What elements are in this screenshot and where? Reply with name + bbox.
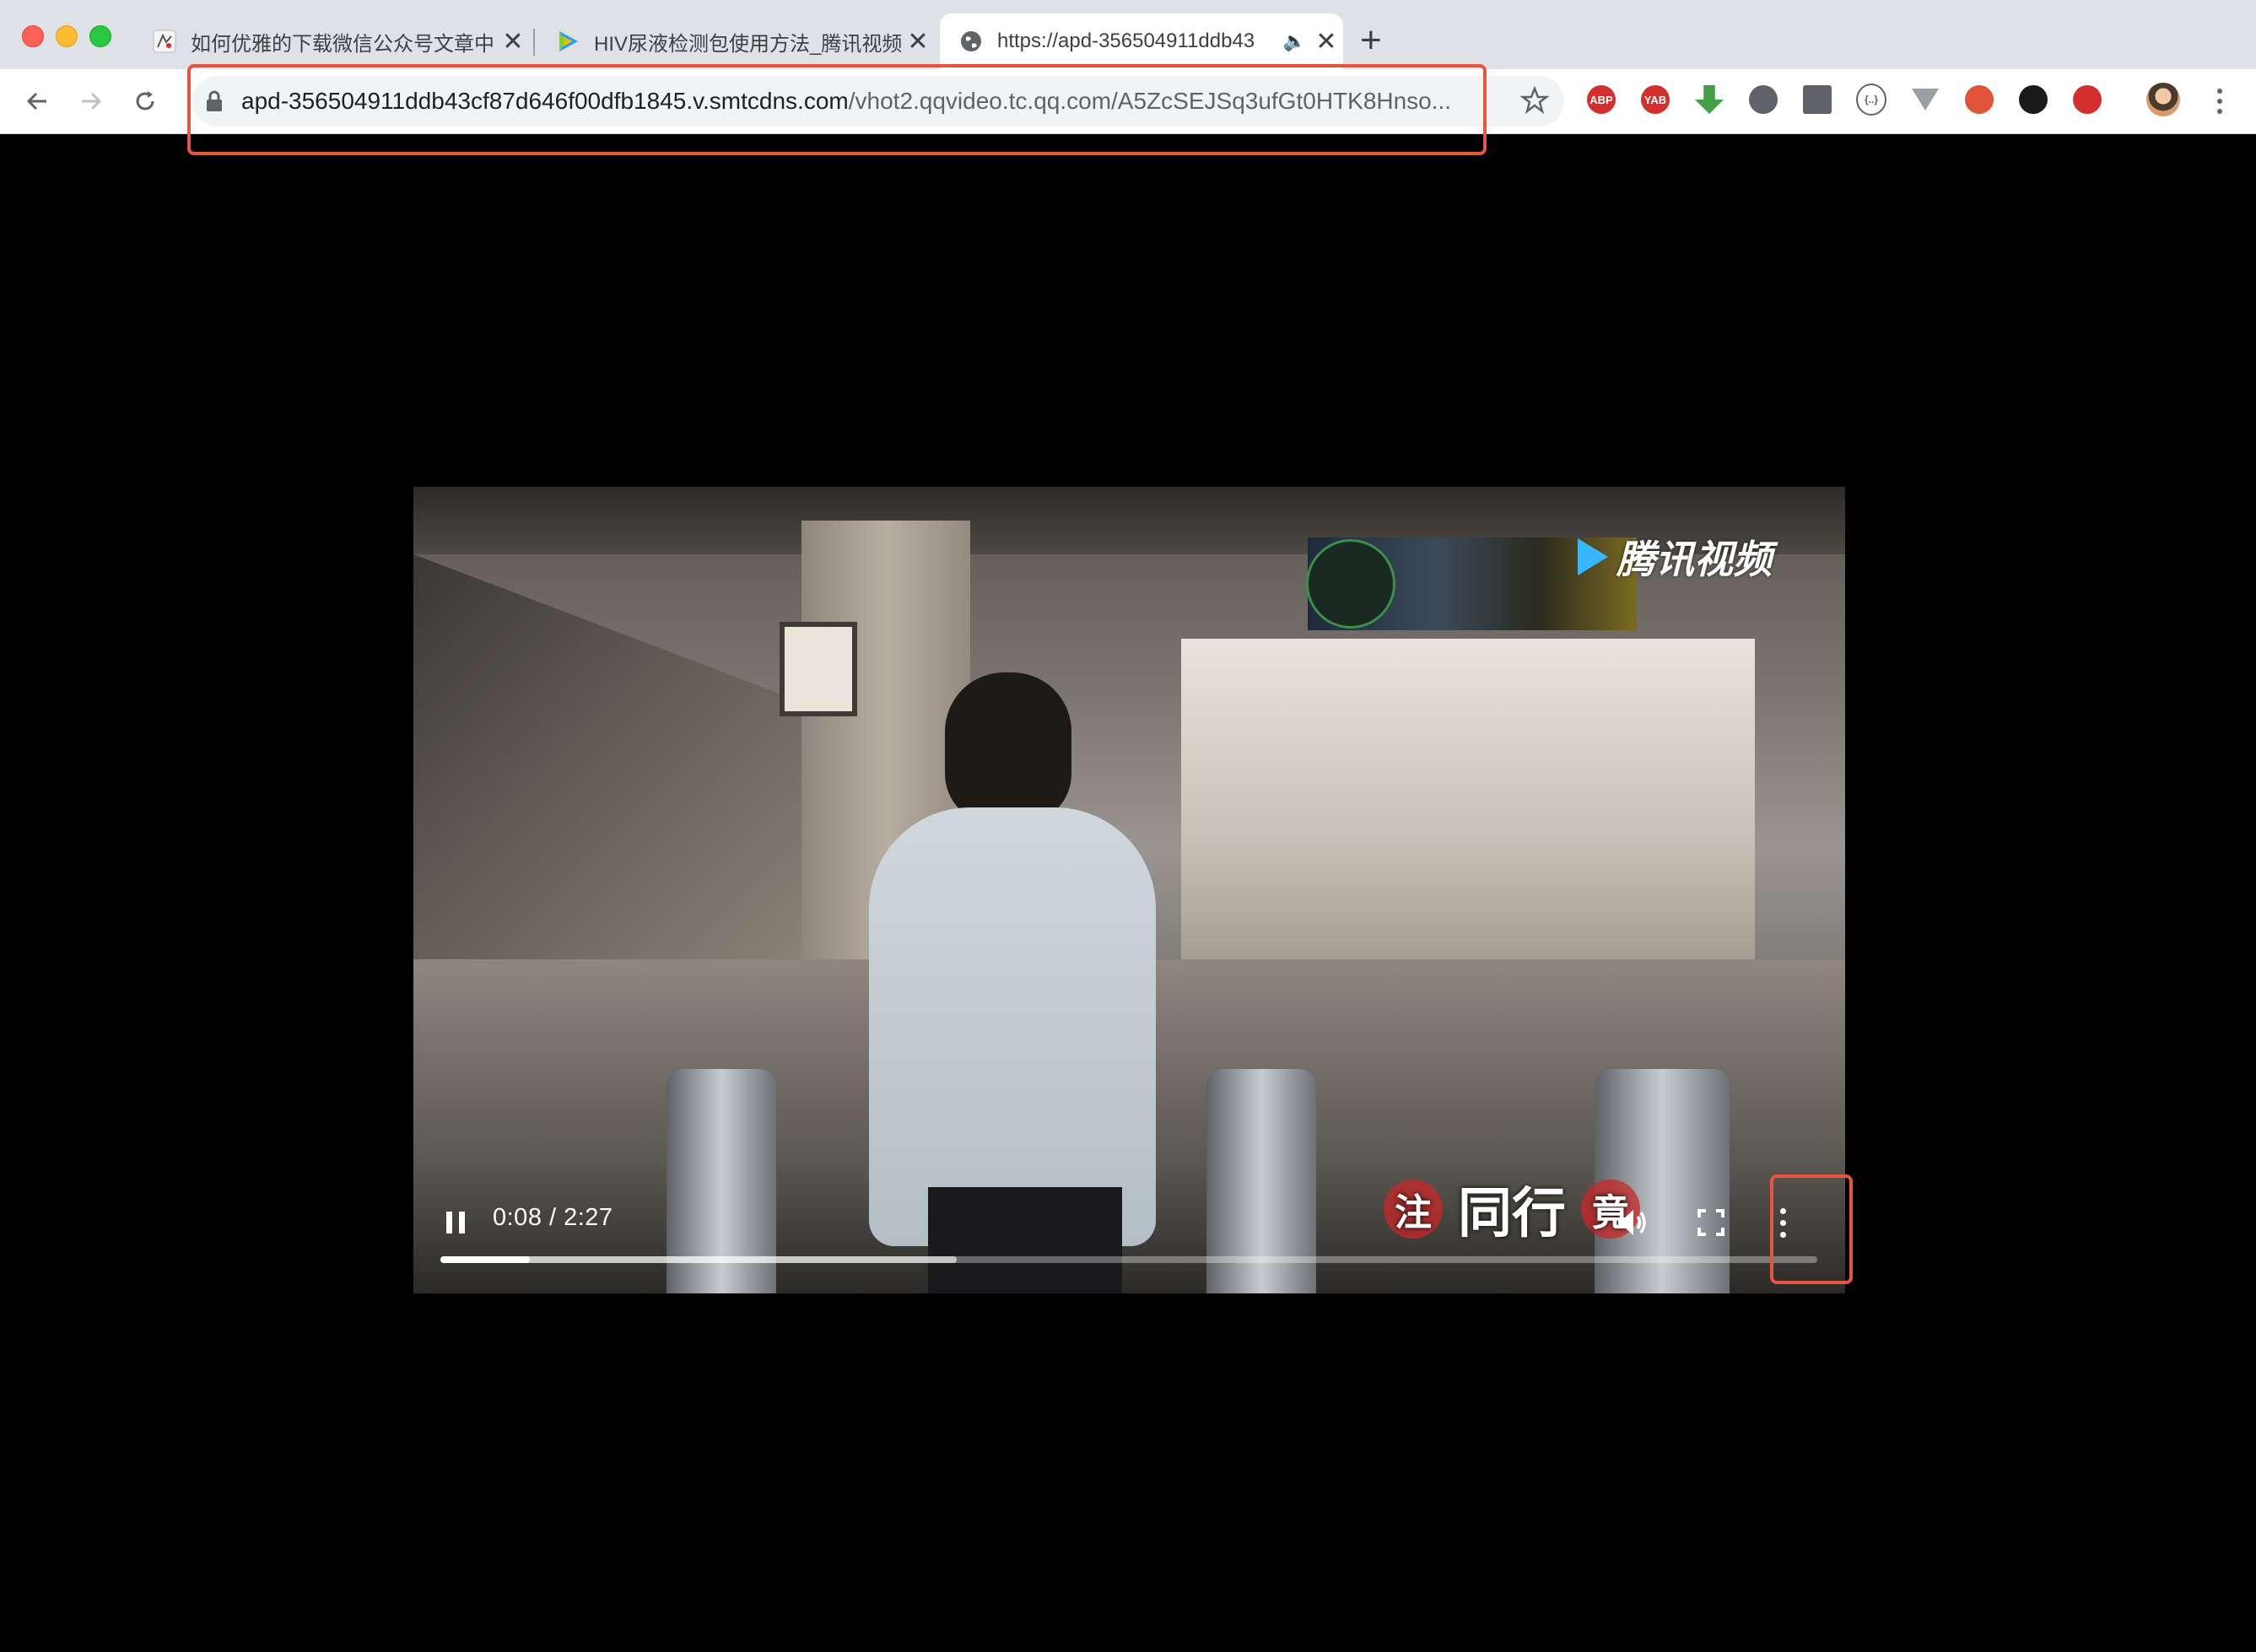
proxy-switch-badge — [1965, 85, 1994, 114]
video-frame-person-legs — [928, 1187, 1122, 1293]
adblock-plus-badge: ABP — [1587, 85, 1616, 114]
video-frame-stairs — [413, 554, 801, 976]
reload-button[interactable] — [123, 79, 167, 123]
volume-icon[interactable] — [1611, 1202, 1652, 1243]
browser-menu-button[interactable] — [2207, 84, 2232, 118]
vue-devtools-badge — [1912, 89, 1939, 111]
minimize-window-button[interactable] — [56, 25, 78, 47]
new-tab-button[interactable]: + — [1360, 22, 1382, 59]
vue-devtools-icon[interactable] — [1910, 84, 1940, 115]
forward-button[interactable] — [69, 79, 113, 123]
tencent-video-favicon-icon — [559, 31, 578, 51]
virus-extension-badge — [2073, 85, 2102, 114]
bookmark-star-icon[interactable] — [1520, 86, 1549, 115]
fullscreen-icon[interactable] — [1692, 1204, 1730, 1241]
dot — [2217, 89, 2222, 94]
dot — [2217, 109, 2222, 114]
seek-bar-played — [440, 1256, 531, 1263]
video-subtitle: 注 同行 竟 — [1384, 1170, 1640, 1248]
tab-strip: 如何优雅的下载微信公众号文章中 ✕ HIV尿液检测包使用方法_腾讯视频 ✕ ht… — [0, 0, 2256, 69]
dot — [2217, 99, 2222, 104]
globe-icon — [961, 31, 981, 51]
back-arrow-icon — [26, 92, 46, 111]
tab-tencent-video[interactable]: HIV尿液检测包使用方法_腾讯视频 ✕ — [537, 13, 935, 69]
site-favicon-icon — [153, 30, 176, 53]
tencent-video-watermark: 腾讯视频 — [1578, 529, 1772, 585]
tab-separator — [533, 29, 535, 56]
lightbulb-extension-icon[interactable] — [2018, 84, 2048, 115]
video-player[interactable]: 腾讯视频 注 同行 竟 0:08 / 2:27 — [413, 487, 1845, 1293]
pause-button[interactable] — [439, 1206, 472, 1239]
subtitle-text: 同行 — [1458, 1183, 1566, 1244]
calendar-extension-icon[interactable] — [1802, 84, 1832, 115]
video-frame-portrait — [780, 622, 857, 716]
gear-extension-icon[interactable] — [1748, 84, 1778, 115]
close-window-button[interactable] — [22, 25, 44, 47]
tencent-play-logo-icon — [1578, 538, 1608, 575]
seek-bar[interactable] — [440, 1256, 1817, 1263]
code-braces-badge: {..} — [1856, 84, 1886, 116]
video-frame-person-head — [945, 672, 1071, 824]
proxy-switch-icon[interactable] — [1964, 84, 1994, 115]
tab-wechat-article[interactable]: 如何优雅的下载微信公众号文章中 ✕ — [133, 13, 530, 69]
calendar-extension-badge — [1803, 85, 1832, 114]
maximize-window-button[interactable] — [89, 25, 111, 47]
tab-title: https://apd-356504911ddb43 — [997, 30, 1255, 52]
adblock-plus-icon[interactable]: ABP — [1586, 84, 1616, 115]
time-display: 0:08 / 2:27 — [493, 1204, 613, 1231]
code-braces-icon[interactable]: {..} — [1856, 84, 1886, 116]
video-frame-entrance — [1181, 639, 1755, 959]
yab-badge: YAB — [1641, 85, 1670, 114]
reload-icon — [136, 91, 154, 111]
video-frame-clock — [1306, 539, 1395, 629]
tab-close-icon[interactable]: ✕ — [1309, 27, 1343, 57]
tab-title: 如何优雅的下载微信公众号文章中 — [191, 32, 494, 56]
profile-avatar[interactable] — [2146, 83, 2180, 116]
annotation-highlight-more-button — [1770, 1174, 1853, 1284]
tab-close-icon[interactable]: ✕ — [901, 27, 935, 57]
tab-close-icon[interactable]: ✕ — [496, 27, 530, 57]
annotation-highlight-url — [187, 64, 1487, 155]
yab-icon[interactable]: YAB — [1640, 84, 1670, 115]
watermark-text: 腾讯视频 — [1616, 537, 1772, 581]
video-frame-person-body — [869, 807, 1156, 1246]
audio-playing-icon[interactable]: 🔈 — [1283, 30, 1306, 52]
pause-icon — [459, 1212, 465, 1234]
back-button[interactable] — [15, 79, 59, 123]
tab-active-video[interactable]: https://apd-356504911ddb43 🔈 ✕ — [940, 13, 1343, 69]
virus-extension-icon[interactable] — [2072, 84, 2102, 115]
tab-title: HIV尿液检测包使用方法_腾讯视频 — [594, 32, 901, 56]
gear-extension-badge — [1749, 85, 1778, 114]
download-arrow-badge — [1695, 85, 1724, 114]
pause-icon — [446, 1212, 452, 1234]
lightbulb-extension-badge — [2019, 85, 2048, 114]
forward-arrow-icon — [82, 92, 102, 111]
subtitle-stamp: 注 — [1384, 1180, 1443, 1239]
download-arrow-icon[interactable] — [1694, 84, 1724, 115]
